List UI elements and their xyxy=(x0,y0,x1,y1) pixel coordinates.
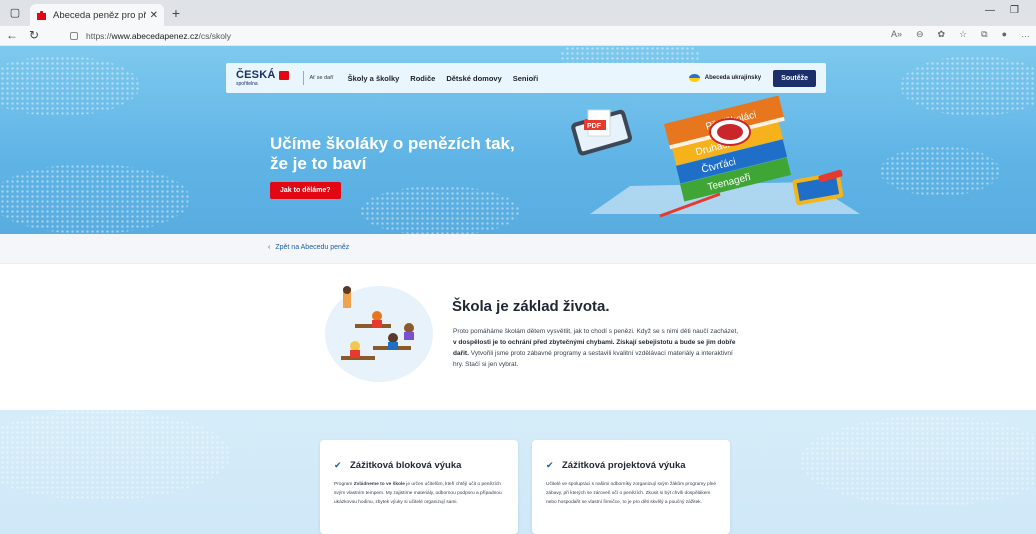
back-arrow-icon[interactable]: ← xyxy=(4,28,20,42)
card-text: Program Zvládneme to ve škole je určen u… xyxy=(334,480,510,507)
brand-name: ČESKÁ xyxy=(236,68,276,81)
nav-link-skoly[interactable]: Školy a školky xyxy=(348,74,400,83)
program-card-blokova[interactable]: ✔ Zážitková bloková výuka Program Zvládn… xyxy=(320,440,518,534)
ceska-sporitelna-favicon-icon xyxy=(36,10,47,21)
brand-logo-icon xyxy=(278,70,289,80)
cloud-decoration xyxy=(880,146,1000,196)
site-navigation: ČESKÁ spořitelna Ať se daří Školy a škol… xyxy=(226,63,826,93)
card-title: Zážitková bloková výuka xyxy=(350,460,462,471)
url-host: www.abecedapenez.cz xyxy=(111,31,199,41)
cloud-decoration xyxy=(0,410,230,500)
back-link-label: Zpět na Abecedu peněz xyxy=(275,244,350,251)
brand-slogan: Ať se daří xyxy=(309,75,334,81)
minimize-icon[interactable]: — xyxy=(985,5,995,16)
more-icon[interactable]: … xyxy=(1021,29,1030,40)
new-tab-button[interactable]: + xyxy=(168,5,184,21)
nav-link-detske-domovy[interactable]: Dětské domovy xyxy=(446,74,501,83)
cloud-decoration xyxy=(0,56,140,116)
nav-link-seniori[interactable]: Senioři xyxy=(513,74,538,83)
card-text-part: Program xyxy=(334,482,354,487)
extension-icon[interactable]: ✿ xyxy=(938,29,946,40)
url-field[interactable]: https:// www.abecedapenez.cz /cs/skoly xyxy=(70,29,231,43)
hero-banner: ČESKÁ spořitelna Ať se daří Školy a škol… xyxy=(0,46,1036,234)
address-bar-row: ← ↻ https:// www.abecedapenez.cz /cs/sko… xyxy=(0,26,1036,46)
card-title: Zážitková projektová výuka xyxy=(562,460,686,471)
how-we-do-it-button[interactable]: Jak to děláme? xyxy=(270,182,341,199)
programs-section xyxy=(0,410,1036,534)
program-card-projektova[interactable]: ✔ Zážitková projektová výuka Učitelé ve … xyxy=(532,440,730,534)
check-icon: ✔ xyxy=(334,460,342,470)
contest-button[interactable]: Soutěže xyxy=(773,69,816,87)
browser-tab[interactable]: Abeceda peněz pro předškoláky ✕ xyxy=(30,4,164,26)
brand-subtitle: spořitelna xyxy=(236,80,258,87)
favorites-icon[interactable]: ☆ xyxy=(959,29,967,40)
intro-text-part: Vytvořili jsme proto zábavné programy a … xyxy=(453,350,733,368)
intro-paragraph: Proto pomáháme školám dětem vysvětlit, j… xyxy=(453,326,743,370)
abeceda-stamp-icon xyxy=(709,118,751,146)
lock-icon xyxy=(70,32,78,40)
back-to-abeceda-link[interactable]: ‹ Zpět na Abecedu peněz xyxy=(268,244,349,251)
tab-actions-icon[interactable]: ▢ xyxy=(6,4,24,22)
tab-title: Abeceda peněz pro předškoláky xyxy=(53,9,146,21)
cloud-decoration xyxy=(800,416,1036,506)
collections-icon[interactable]: ⧉ xyxy=(981,29,987,40)
cloud-decoration xyxy=(0,164,190,234)
nav-divider xyxy=(302,71,304,85)
intro-text-part: Proto pomáháme školám dětem vysvětlit, j… xyxy=(453,328,739,335)
reload-icon[interactable]: ↻ xyxy=(26,28,42,42)
profile-icon[interactable]: ● xyxy=(1002,29,1007,40)
tab-close-icon[interactable]: ✕ xyxy=(150,10,158,21)
cloud-decoration xyxy=(360,186,520,234)
url-prefix: https:// xyxy=(86,31,112,41)
hero-headline: Učíme školáky o penězích tak, že je to b… xyxy=(270,134,515,173)
books-illustration: PDF Teenageři Čtvrťáci Druháci Předškolá… xyxy=(571,96,860,218)
classroom-illustration xyxy=(325,286,433,382)
breadcrumb-bar: ‹ Zpět na Abecedu peněz xyxy=(0,234,1036,264)
ukraine-flag-icon xyxy=(688,74,700,82)
browser-tab-bar: ▢ Abeceda peněz pro předškoláky ✕ + — ❐ xyxy=(0,0,1036,26)
zoom-icon[interactable]: ⊖ xyxy=(916,29,924,40)
cloud-decoration xyxy=(900,56,1036,116)
card-text: Učitelé ve spolupráci s našimi odborníky… xyxy=(546,480,722,507)
url-path: /cs/skoly xyxy=(198,31,232,41)
nav-link-rodice[interactable]: Rodiče xyxy=(410,74,435,83)
ukrainian-version-link[interactable]: Abeceda ukrajinsky xyxy=(705,75,761,81)
browser-toolbar-icons: A» ⊖ ✿ ☆ ⧉ ● … xyxy=(891,29,1030,40)
intro-title: Škola je základ života. xyxy=(452,298,610,315)
restore-icon[interactable]: ❐ xyxy=(1010,5,1019,16)
card-text-bold: Zvládneme to ve škole xyxy=(353,482,405,487)
chevron-left-icon: ‹ xyxy=(268,244,271,251)
read-aloud-icon[interactable]: A» xyxy=(891,29,902,40)
ceska-sporitelna-logo[interactable]: ČESKÁ spořitelna xyxy=(236,68,289,87)
card-text-part: Učitelé ve spolupráci s našimi odborníky… xyxy=(546,482,717,505)
check-icon: ✔ xyxy=(546,460,554,470)
pdf-label: PDF xyxy=(587,123,602,130)
